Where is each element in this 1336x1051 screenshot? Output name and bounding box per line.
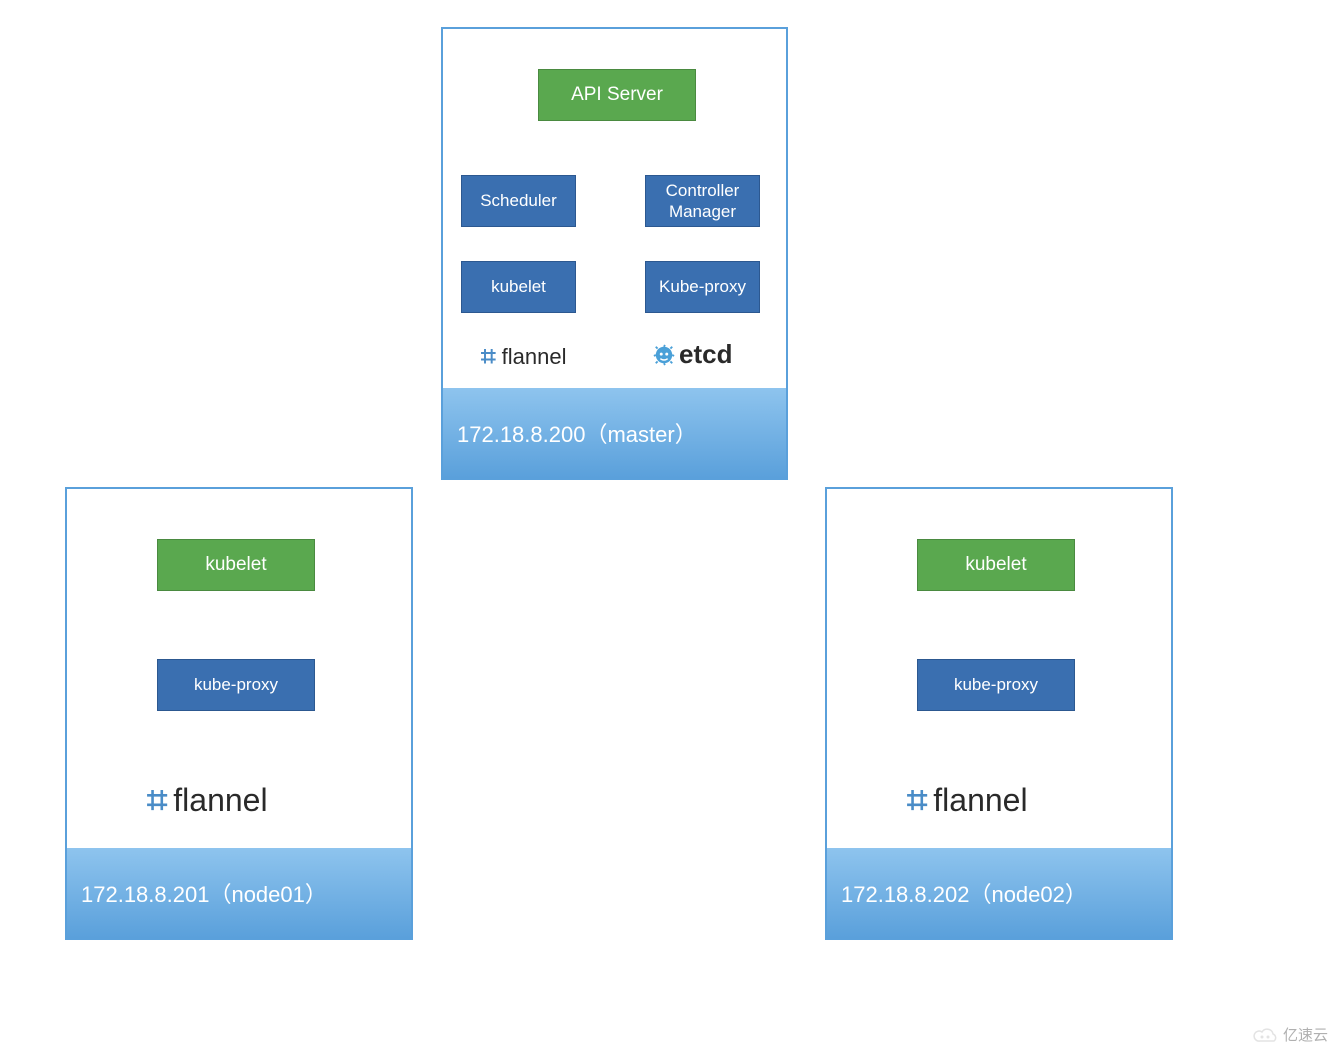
flannel-icon: ⌗ — [147, 779, 167, 822]
flannel-text: flannel — [173, 782, 267, 819]
kube-proxy-box: kube-proxy — [917, 659, 1075, 711]
node01-node: kubelet kube-proxy ⌗ flannel 172.18.8.20… — [65, 487, 413, 940]
flannel-icon: ⌗ — [481, 341, 496, 373]
etcd-text: etcd — [679, 339, 732, 370]
kubelet-box: kubelet — [157, 539, 315, 591]
kubelet-box: kubelet — [917, 539, 1075, 591]
master-node: API Server Scheduler ControllerManager k… — [441, 27, 788, 480]
api-server-box: API Server — [538, 69, 696, 121]
node02-node: kubelet kube-proxy ⌗ flannel 172.18.8.20… — [825, 487, 1173, 940]
node02-label: 172.18.8.202（node02） — [841, 877, 1087, 909]
watermark-text: 亿速云 — [1283, 1024, 1328, 1045]
scheduler-box: Scheduler — [461, 175, 576, 227]
node01-body: kubelet kube-proxy ⌗ flannel — [67, 489, 411, 848]
node02-footer: 172.18.8.202（node02） — [827, 848, 1171, 938]
cloud-icon — [1253, 1027, 1279, 1043]
flannel-text: flannel — [933, 782, 1027, 819]
controller-manager-box: ControllerManager — [645, 175, 760, 227]
flannel-logo: ⌗ flannel — [147, 779, 268, 822]
node02-body: kubelet kube-proxy ⌗ flannel — [827, 489, 1171, 848]
flannel-logo: ⌗ flannel — [907, 779, 1028, 822]
kube-proxy-box: Kube-proxy — [645, 261, 760, 313]
master-label: 172.18.8.200（master） — [457, 417, 697, 449]
master-footer: 172.18.8.200（master） — [443, 388, 786, 478]
flannel-icon: ⌗ — [907, 779, 927, 822]
node01-footer: 172.18.8.201（node01） — [67, 848, 411, 938]
flannel-logo: ⌗ flannel — [481, 341, 566, 373]
kube-proxy-box: kube-proxy — [157, 659, 315, 711]
etcd-logo: etcd — [653, 339, 732, 370]
watermark: 亿速云 — [1253, 1024, 1328, 1045]
flannel-text: flannel — [502, 344, 567, 370]
kubelet-box: kubelet — [461, 261, 576, 313]
master-body: API Server Scheduler ControllerManager k… — [443, 29, 786, 388]
etcd-icon — [653, 344, 675, 366]
node01-label: 172.18.8.201（node01） — [81, 877, 327, 909]
